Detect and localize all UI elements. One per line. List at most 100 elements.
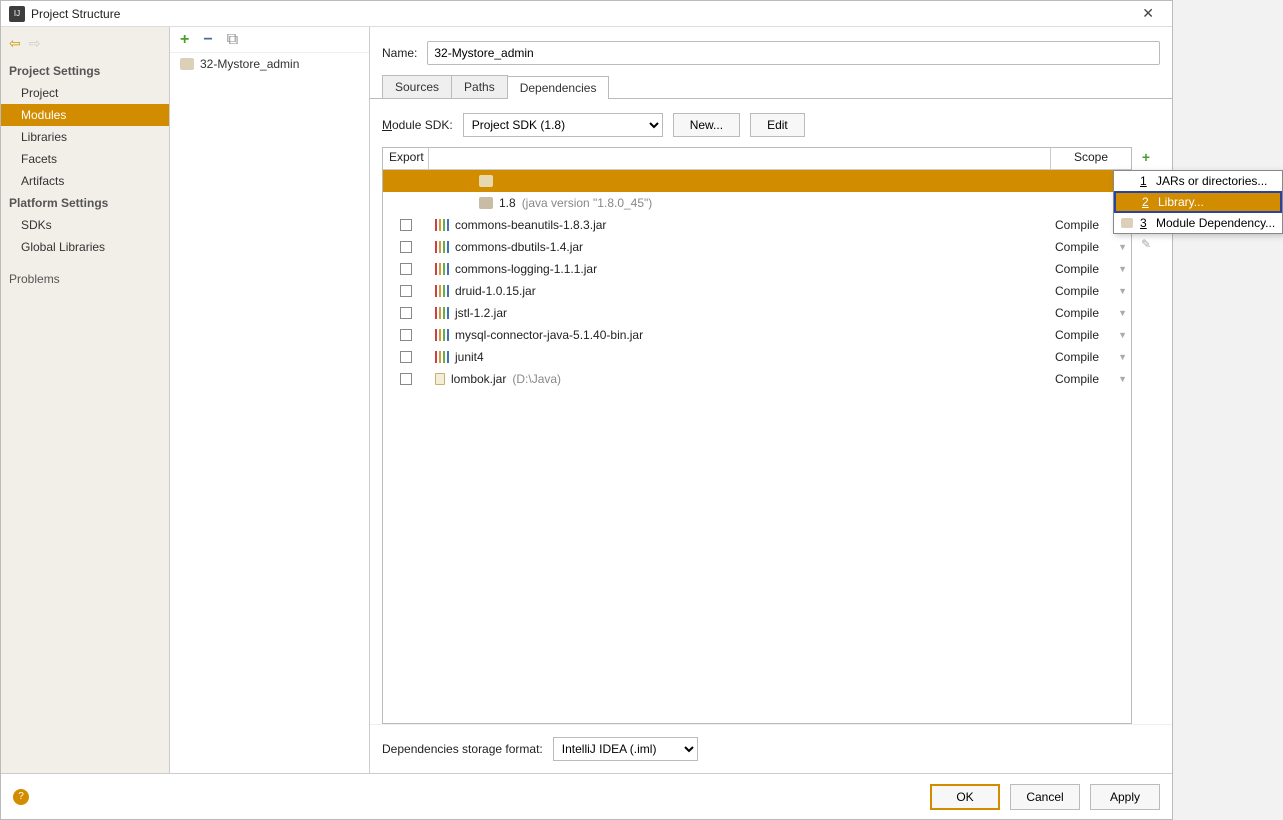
help-icon[interactable]: ? xyxy=(13,789,29,805)
export-checkbox[interactable] xyxy=(400,285,412,297)
header-name xyxy=(429,148,1051,169)
export-checkbox[interactable] xyxy=(400,351,412,363)
jar-icon xyxy=(435,373,445,385)
dep-row[interactable]: junit4Compile▼ xyxy=(383,346,1131,368)
section-project-settings: Project Settings xyxy=(1,60,169,82)
module-list-panel: + − ⧉ 32-Mystore_admin xyxy=(170,27,370,773)
dep-name: lombok.jar xyxy=(451,372,506,386)
add-module-icon[interactable]: + xyxy=(180,31,189,49)
dep-suffix: (D:\Java) xyxy=(512,372,561,386)
scope-dropdown-icon[interactable]: ▼ xyxy=(1118,308,1127,318)
name-input[interactable] xyxy=(427,41,1160,65)
section-problems[interactable]: Problems xyxy=(1,258,169,290)
export-checkbox[interactable] xyxy=(400,307,412,319)
footer-buttons: OK Cancel Apply xyxy=(930,784,1160,810)
dep-row[interactable]: commons-logging-1.1.1.jarCompile▼ xyxy=(383,258,1131,280)
export-checkbox[interactable] xyxy=(400,329,412,341)
dep-row[interactable]: commons-beanutils-1.8.3.jarCompile▼ xyxy=(383,214,1131,236)
tab-sources[interactable]: Sources xyxy=(382,75,452,98)
dep-row[interactable]: mysql-connector-java-5.1.40-bin.jar Compi… xyxy=(383,324,1131,346)
module-entry[interactable]: 32-Mystore_admin xyxy=(170,53,369,75)
popup-label: Module Dependency... xyxy=(1156,216,1275,230)
dep-row[interactable]: commons-dbutils-1.4.jar Compile ▼ xyxy=(383,236,1131,258)
sidebar-item-modules[interactable]: Modules xyxy=(1,104,169,126)
sdk-label: Module SDK: xyxy=(382,118,453,132)
copy-module-icon[interactable]: ⧉ xyxy=(227,31,238,49)
cancel-button[interactable]: Cancel xyxy=(1010,784,1080,810)
back-icon[interactable]: ⇦ xyxy=(9,35,21,52)
window-title: Project Structure xyxy=(31,7,120,21)
sidebar-item-project[interactable]: Project xyxy=(1,82,169,104)
scope-dropdown-icon[interactable]: ▼ xyxy=(1118,286,1127,296)
popup-item-jar[interactable]: 1JARs or directories... xyxy=(1114,171,1282,191)
new-sdk-button[interactable]: New... xyxy=(673,113,740,137)
storage-label: Dependencies storage format: xyxy=(382,742,543,756)
scope-value: Compile xyxy=(1055,240,1099,254)
module-toolbar: + − ⧉ xyxy=(170,27,369,53)
scope-value: Compile xyxy=(1055,306,1099,320)
header-export: Export xyxy=(383,148,429,169)
dep-row[interactable]: jstl-1.2.jarCompile▼ xyxy=(383,302,1131,324)
main-pane: Name: SourcesPathsDependencies Module SD… xyxy=(370,27,1172,773)
sidebar-item-sdks[interactable]: SDKs xyxy=(1,214,169,236)
library-icon xyxy=(435,329,449,341)
storage-select[interactable]: IntelliJ IDEA (.iml) xyxy=(553,737,698,761)
popup-num: 2 xyxy=(1142,195,1152,209)
scope-value: Compile xyxy=(1055,372,1099,386)
folder-icon xyxy=(479,175,493,187)
close-icon[interactable]: ✕ xyxy=(1132,3,1164,24)
apply-button[interactable]: Apply xyxy=(1090,784,1160,810)
sidebar-item-libraries[interactable]: Libraries xyxy=(1,126,169,148)
edit-sdk-button[interactable]: Edit xyxy=(750,113,805,137)
scope-value: Compile xyxy=(1055,284,1099,298)
remove-module-icon[interactable]: − xyxy=(203,31,212,49)
sidebar-item-global-libraries[interactable]: Global Libraries xyxy=(1,236,169,258)
dep-name: commons-dbutils-1.4.jar xyxy=(455,240,583,254)
dep-row[interactable] xyxy=(383,170,1131,192)
dep-name: mysql-connector-java-5.1.40-bin.jar xyxy=(455,328,643,342)
storage-row: Dependencies storage format: IntelliJ ID… xyxy=(370,724,1172,773)
sdk-select[interactable]: Project SDK (1.8) xyxy=(463,113,663,137)
popup-item-lib[interactable]: 2Library... xyxy=(1114,191,1282,213)
dependencies-wrap: Export Scope 1.8 (java version "1.8.0_45… xyxy=(382,147,1160,724)
dep-row[interactable]: 1.8 (java version "1.8.0_45") xyxy=(383,192,1131,214)
scope-value: Compile xyxy=(1055,218,1099,232)
sdk-row: Module SDK: Project SDK (1.8) New... Edi… xyxy=(370,99,1172,147)
library-icon xyxy=(435,241,449,253)
popup-num: 3 xyxy=(1140,216,1150,230)
scope-dropdown-icon[interactable]: ▼ xyxy=(1118,374,1127,384)
scope-dropdown-icon[interactable]: ▼ xyxy=(1118,330,1127,340)
ok-button[interactable]: OK xyxy=(930,784,1000,810)
dep-row[interactable]: lombok.jar (D:\Java) Compile ▼ xyxy=(383,368,1131,390)
module-name: 32-Mystore_admin xyxy=(200,57,299,71)
export-checkbox[interactable] xyxy=(400,263,412,275)
scope-value: Compile xyxy=(1055,328,1099,342)
add-dependency-icon[interactable]: + xyxy=(1142,149,1150,165)
export-checkbox[interactable] xyxy=(400,373,412,385)
library-icon xyxy=(435,219,449,231)
export-checkbox[interactable] xyxy=(400,219,412,231)
dep-row[interactable]: druid-1.0.15.jarCompile▼ xyxy=(383,280,1131,302)
titlebar: IJ Project Structure ✕ xyxy=(1,1,1172,27)
library-icon xyxy=(435,285,449,297)
popup-item-mod[interactable]: 3 Module Dependency... xyxy=(1114,213,1282,233)
forward-icon[interactable]: ⇨ xyxy=(29,35,41,52)
module-icon xyxy=(1121,218,1133,228)
dialog-body: ⇦ ⇨ Project Settings ProjectModulesLibra… xyxy=(1,27,1172,773)
sidebar-item-facets[interactable]: Facets xyxy=(1,148,169,170)
scope-dropdown-icon[interactable]: ▼ xyxy=(1118,242,1127,252)
export-checkbox[interactable] xyxy=(400,241,412,253)
dep-name: junit4 xyxy=(455,350,484,364)
dep-rows: 1.8 (java version "1.8.0_45")commons-bea… xyxy=(383,170,1131,723)
sidebar-item-artifacts[interactable]: Artifacts xyxy=(1,170,169,192)
edit-dependency-icon[interactable]: ✎ xyxy=(1141,237,1151,251)
scope-value: Compile xyxy=(1055,262,1099,276)
tab-paths[interactable]: Paths xyxy=(451,75,508,98)
nav-arrows: ⇦ ⇨ xyxy=(1,33,169,60)
tab-dependencies[interactable]: Dependencies xyxy=(507,76,610,99)
dependencies-table: Export Scope 1.8 (java version "1.8.0_45… xyxy=(382,147,1132,724)
scope-dropdown-icon[interactable]: ▼ xyxy=(1118,352,1127,362)
library-icon xyxy=(435,307,449,319)
scope-dropdown-icon[interactable]: ▼ xyxy=(1118,264,1127,274)
dep-header: Export Scope xyxy=(383,148,1131,170)
